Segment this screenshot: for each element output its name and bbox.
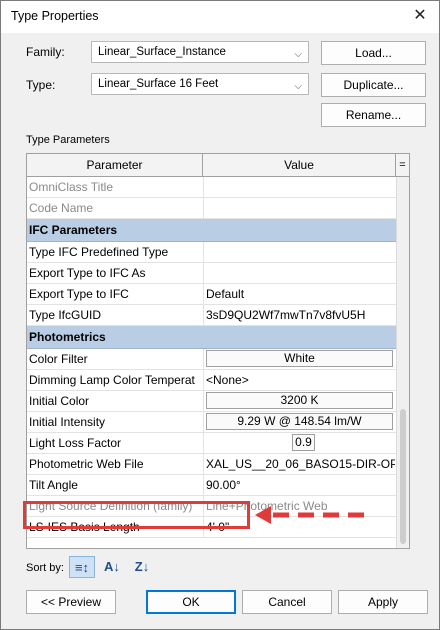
parameter-name: Export Type to IFC As: [29, 266, 146, 280]
table-row[interactable]: Color Filter White: [27, 349, 396, 370]
parameter-name: Initial Intensity: [29, 415, 106, 429]
table-row[interactable]: OmniClass Title: [27, 177, 396, 198]
chevron-down-icon: ⌵: [294, 49, 302, 60]
group-header-row[interactable]: IFC Parameters⌃: [27, 219, 409, 242]
load-button[interactable]: Load...: [321, 41, 426, 65]
value-button[interactable]: 9.29 W @ 148.54 lm/W: [206, 413, 393, 430]
value-button[interactable]: White: [206, 350, 393, 367]
title-bar: Type Properties ✕: [1, 1, 439, 33]
column-header-parameter[interactable]: Parameter: [27, 154, 203, 176]
sort-grouped-icon[interactable]: ≡↕: [69, 556, 95, 578]
family-value: Linear_Surface_Instance: [98, 46, 226, 58]
table-row[interactable]: Export Type to IFC As: [27, 263, 396, 284]
family-select[interactable]: Linear_Surface_Instance ⌵: [91, 41, 309, 63]
table-row[interactable]: Type IFC Predefined Type: [27, 242, 396, 263]
family-label: Family:: [26, 45, 65, 59]
parameter-value[interactable]: [203, 263, 395, 283]
type-parameters-grid: Parameter Value = OmniClass Title Code Na…: [26, 153, 410, 549]
group-header-row[interactable]: Photometrics⌃: [27, 326, 409, 349]
sort-by-label: Sort by:: [26, 562, 64, 574]
column-header-eq[interactable]: =: [396, 154, 409, 176]
parameter-value[interactable]: 0.9: [203, 433, 395, 453]
parameter-value[interactable]: [203, 177, 395, 197]
parameter-value[interactable]: 9.29 W @ 148.54 lm/W: [203, 412, 395, 432]
table-row[interactable]: Initial Color 3200 K: [27, 391, 396, 412]
parameter-value[interactable]: [203, 198, 395, 218]
parameter-name: Type IfcGUID: [29, 308, 102, 322]
parameter-name: Color Filter: [29, 352, 88, 366]
type-value: Linear_Surface 16 Feet: [98, 78, 219, 90]
parameter-name: Export Type to IFC: [29, 287, 129, 301]
parameter-value[interactable]: Default: [203, 284, 395, 304]
rename-button[interactable]: Rename...: [321, 103, 426, 127]
grid-scrollbar[interactable]: [396, 177, 409, 548]
table-row[interactable]: Dimming Lamp Color Temperat <None>: [27, 370, 396, 391]
scrollbar-thumb[interactable]: [400, 409, 406, 544]
sort-descending-icon[interactable]: Z↓: [129, 556, 155, 578]
value-button[interactable]: 3200 K: [206, 392, 393, 409]
annotation-arrow-icon: [255, 506, 366, 524]
cancel-button[interactable]: Cancel: [242, 590, 332, 614]
table-row[interactable]: Photometric Web File XAL_US__20_06_BASO15…: [27, 454, 396, 475]
parameter-name: IFC Parameters: [29, 223, 118, 237]
parameter-name: Tilt Angle: [29, 478, 78, 492]
annotation-highlight-box: [23, 501, 250, 529]
table-row[interactable]: Export Type to IFC Default: [27, 284, 396, 305]
grid-header: Parameter Value =: [27, 154, 409, 177]
preview-button[interactable]: << Preview: [26, 590, 116, 614]
parameter-name: Type IFC Predefined Type: [29, 245, 169, 259]
parameter-value[interactable]: White: [203, 349, 395, 369]
parameter-value[interactable]: XAL_US__20_06_BASO15-DIR-OP: [203, 454, 395, 474]
dialog-title: Type Properties: [11, 9, 99, 23]
column-header-value[interactable]: Value: [203, 154, 396, 176]
apply-button[interactable]: Apply: [338, 590, 428, 614]
sort-ascending-icon[interactable]: A↓: [99, 556, 125, 578]
parameter-value[interactable]: 90.00°: [203, 475, 395, 495]
parameter-value[interactable]: 3200 K: [203, 391, 395, 411]
parameter-name: OmniClass Title: [29, 180, 114, 194]
type-label: Type:: [26, 78, 56, 92]
grid-rows: OmniClass Title Code Name IFC Parameters⌃ T…: [27, 177, 409, 538]
parameter-value[interactable]: 3sD9QU2Wf7mwTn7v8fvU5H: [203, 305, 395, 325]
ok-button[interactable]: OK: [146, 590, 236, 614]
parameter-name: Dimming Lamp Color Temperat: [29, 373, 195, 387]
parameter-name: Photometrics: [29, 330, 106, 344]
table-row[interactable]: Initial Intensity 9.29 W @ 148.54 lm/W: [27, 412, 396, 433]
chevron-down-icon: ⌵: [294, 81, 302, 92]
parameter-value[interactable]: <None>: [203, 370, 395, 390]
table-row[interactable]: Light Loss Factor 0.9: [27, 433, 396, 454]
type-properties-dialog: Type Properties ✕ Family: Linear_Surface…: [0, 0, 440, 630]
type-select[interactable]: Linear_Surface 16 Feet ⌵: [91, 73, 309, 95]
table-row[interactable]: Code Name: [27, 198, 396, 219]
parameter-value[interactable]: [203, 242, 395, 262]
table-row[interactable]: Tilt Angle 90.00°: [27, 475, 396, 496]
parameter-name: Photometric Web File: [29, 457, 144, 471]
parameter-name: Light Loss Factor: [29, 436, 122, 450]
parameter-name: Initial Color: [29, 394, 90, 408]
table-row[interactable]: Type IfcGUID 3sD9QU2Wf7mwTn7v8fvU5H: [27, 305, 396, 326]
type-parameters-label: Type Parameters: [26, 134, 110, 146]
close-icon[interactable]: ✕: [407, 4, 433, 28]
parameter-name: Code Name: [29, 201, 94, 215]
duplicate-button[interactable]: Duplicate...: [321, 73, 426, 97]
value-button[interactable]: 0.9: [292, 434, 315, 451]
